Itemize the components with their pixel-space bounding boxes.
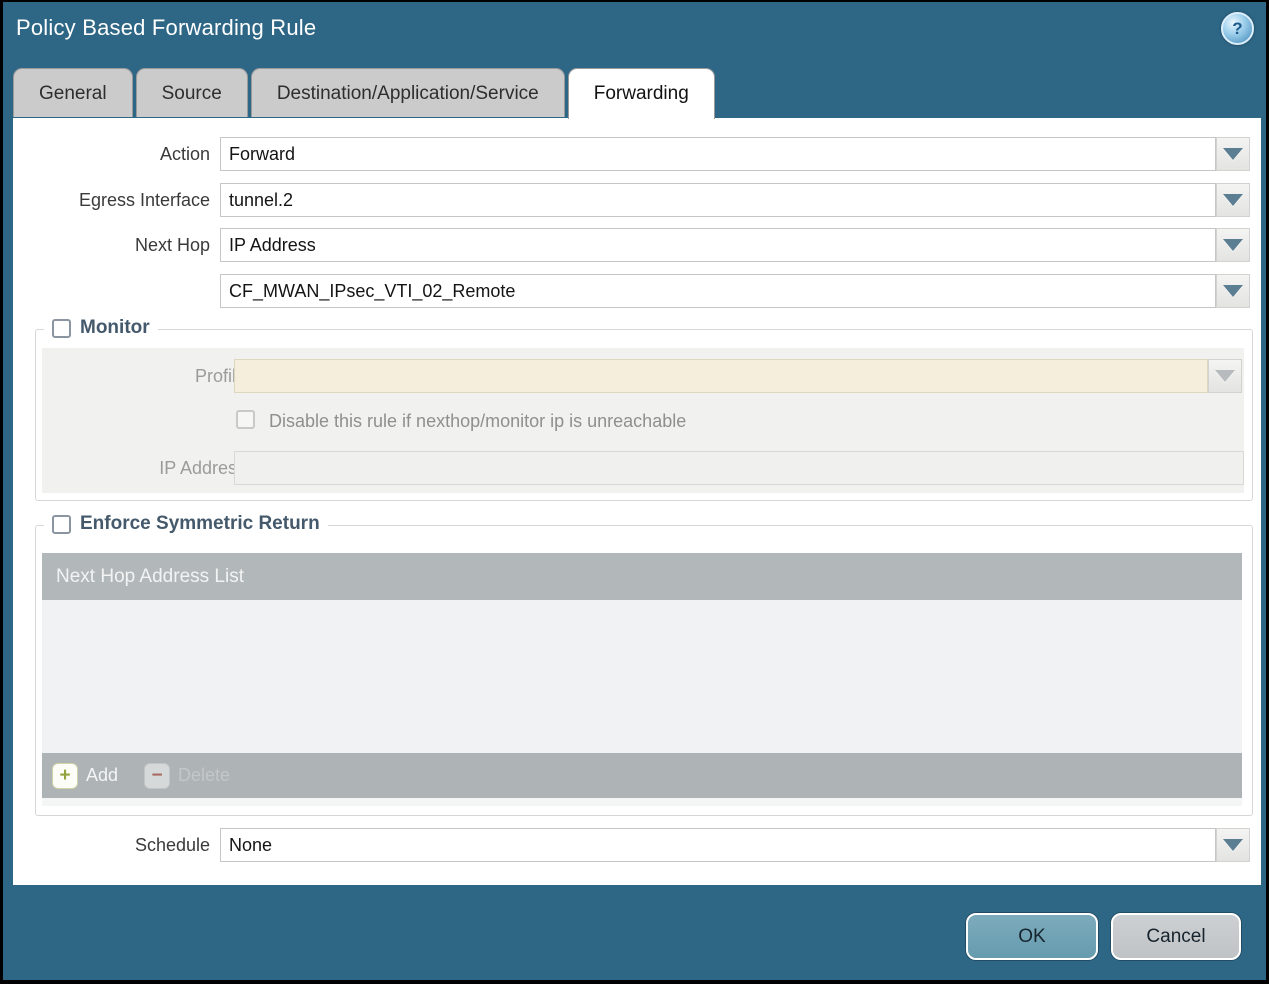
plus-icon: + [52,762,78,789]
chevron-down-icon [1223,839,1243,851]
action-dropdown-button[interactable] [1216,137,1250,171]
monitor-legend: Monitor [44,317,158,339]
enforce-symmetric-return-checkbox[interactable] [52,514,71,534]
profile-field [234,359,1208,393]
table-bottom-strip [42,798,1242,806]
monitor-checkbox[interactable] [52,318,71,338]
schedule-dropdown-button[interactable] [1216,828,1250,862]
profile-label: Profile [194,366,246,386]
tab-destination-application-service[interactable]: Destination/Application/Service [250,68,565,117]
monitor-ip-address-label: IP Address [159,458,246,478]
symmetric-return-legend: Enforce Symmetric Return [44,513,328,535]
next-hop-address-dropdown-button[interactable] [1216,274,1250,308]
disable-rule-checkbox [236,410,255,429]
next-hop-label: Next Hop [134,235,210,255]
delete-button: − Delete [144,762,231,789]
symmetric-return-section: Enforce Symmetric Return Next Hop Addres… [35,513,1253,816]
help-question-glyph: ? [1232,18,1243,38]
tab-bar: General Source Destination/Application/S… [13,68,715,119]
action-field[interactable] [220,137,1216,171]
add-button-label: Add [86,765,119,785]
schedule-field[interactable] [220,828,1216,862]
next-hop-type-field[interactable] [220,228,1216,262]
chevron-down-icon [1223,148,1243,160]
next-hop-address-list-toolbar: + Add − Delete [42,753,1242,798]
monitor-section-title: Monitor [80,317,150,338]
tab-source[interactable]: Source [135,68,248,117]
egress-interface-label: Egress Interface [78,190,210,210]
dialog-title: Policy Based Forwarding Rule [16,15,317,40]
delete-button-label: Delete [178,765,231,785]
disable-rule-label: Disable this rule if nexthop/monitor ip … [269,411,687,431]
chevron-down-icon [1223,285,1243,297]
next-hop-address-list-header: Next Hop Address List [42,553,1242,600]
pbf-rule-dialog: Policy Based Forwarding Rule ? General S… [3,2,1266,980]
monitor-ip-address-field [234,451,1244,485]
chevron-down-icon [1223,194,1243,206]
next-hop-address-field[interactable] [220,274,1216,308]
schedule-label: Schedule [134,835,210,855]
chevron-down-icon [1223,239,1243,251]
next-hop-address-table: Next Hop Address List + Add − Delete [42,553,1242,806]
tab-general[interactable]: General [13,68,133,117]
cancel-button[interactable]: Cancel [1111,913,1241,960]
forwarding-tab-panel: Action Egress Interface Next Hop Monitor [13,118,1261,885]
egress-interface-field[interactable] [220,183,1216,217]
tab-forwarding[interactable]: Forwarding [567,68,715,119]
egress-interface-dropdown-button[interactable] [1216,183,1250,217]
minus-icon: − [144,762,171,789]
chevron-down-icon [1215,370,1235,382]
add-button[interactable]: + Add [52,762,119,789]
next-hop-dropdown-button[interactable] [1216,228,1250,262]
monitor-section: Monitor Profile Disable this rule if nex… [35,317,1253,501]
next-hop-address-list-body[interactable] [42,600,1242,753]
symmetric-return-section-title: Enforce Symmetric Return [80,513,320,534]
ok-button[interactable]: OK [966,913,1098,960]
help-icon[interactable]: ? [1221,12,1254,45]
action-label: Action [159,144,210,164]
profile-dropdown-button [1208,359,1242,393]
